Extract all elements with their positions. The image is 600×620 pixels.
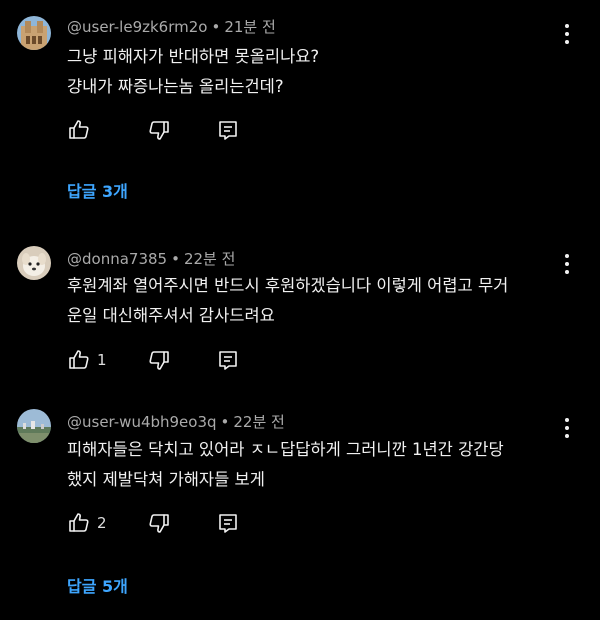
reply-icon: [219, 514, 237, 533]
comments-list: @user-le9zk6rm2o • 21분 전 그냥 피해자가 반대하면 못올리나…: [0, 0, 600, 620]
reply-icon: [219, 121, 237, 140]
comment-line: 후원계좌 열어주시면 반드시 후원하겠습니다 이렇게 어렵고 무거: [67, 276, 509, 295]
like-icon: [69, 350, 89, 369]
avatar[interactable]: [17, 16, 51, 50]
avatar[interactable]: [17, 409, 51, 443]
comment-line: 운일 대신해주셔서 감사드려요: [67, 306, 275, 325]
like-button[interactable]: 1: [67, 348, 107, 372]
comment-line: 걍내가 짜증나는놈 올리는건데?: [67, 77, 284, 96]
reply-button[interactable]: [216, 348, 240, 372]
dislike-button[interactable]: [147, 348, 171, 372]
view-replies-link[interactable]: 답글 3개: [67, 178, 128, 202]
comment-text: 후원계좌 열어주시면 반드시 후원하겠습니다 이렇게 어렵고 무거 운일 대신해…: [67, 271, 557, 331]
comment-line: 그냥 피해자가 반대하면 못올리나요?: [67, 47, 320, 66]
dislike-button[interactable]: [147, 511, 171, 535]
dislike-icon: [149, 351, 169, 370]
reply-icon: [219, 351, 237, 370]
like-count: 1: [97, 351, 107, 369]
like-count: 2: [97, 514, 107, 532]
comment-text: 그냥 피해자가 반대하면 못올리나요? 걍내가 짜증나는놈 올리는건데?: [67, 42, 557, 102]
more-vert-icon[interactable]: [560, 418, 574, 438]
dislike-icon: [149, 121, 169, 140]
like-icon: [69, 120, 89, 139]
timestamp: 22분 전: [183, 250, 236, 268]
more-vert-icon[interactable]: [560, 24, 574, 44]
dislike-icon: [149, 514, 169, 533]
timestamp: 22분 전: [233, 413, 285, 431]
avatar[interactable]: [17, 246, 51, 280]
reply-button[interactable]: [216, 118, 240, 142]
comment-line: 피해자들은 닥치고 있어라 ㅈㄴ답답하게 그러니깐 1년간 강간당: [67, 440, 504, 459]
dislike-button[interactable]: [147, 118, 171, 142]
like-icon: [69, 513, 89, 532]
author-handle[interactable]: @donna7385: [67, 250, 167, 268]
separator-dot: •: [220, 413, 230, 431]
view-replies-link[interactable]: 답글 5개: [67, 573, 128, 597]
comment-meta: @user-wu4bh9eo3q • 22분 전: [67, 411, 285, 432]
separator-dot: •: [211, 18, 221, 36]
like-button[interactable]: [67, 118, 97, 142]
author-handle[interactable]: @user-wu4bh9eo3q: [67, 413, 217, 431]
comment-meta: @donna7385 • 22분 전: [67, 248, 235, 269]
comment-meta: @user-le9zk6rm2o • 21분 전: [67, 16, 276, 37]
reply-button[interactable]: [216, 511, 240, 535]
like-button[interactable]: 2: [67, 511, 107, 535]
comment-line: 했지 제발닥쳐 가해자들 보게: [67, 470, 265, 489]
timestamp: 21분 전: [224, 18, 276, 36]
separator-dot: •: [171, 250, 180, 268]
more-vert-icon[interactable]: [560, 254, 574, 274]
author-handle[interactable]: @user-le9zk6rm2o: [67, 18, 207, 36]
comment-text: 피해자들은 닥치고 있어라 ㅈㄴ답답하게 그러니깐 1년간 강간당 했지 제발닥…: [67, 435, 557, 495]
